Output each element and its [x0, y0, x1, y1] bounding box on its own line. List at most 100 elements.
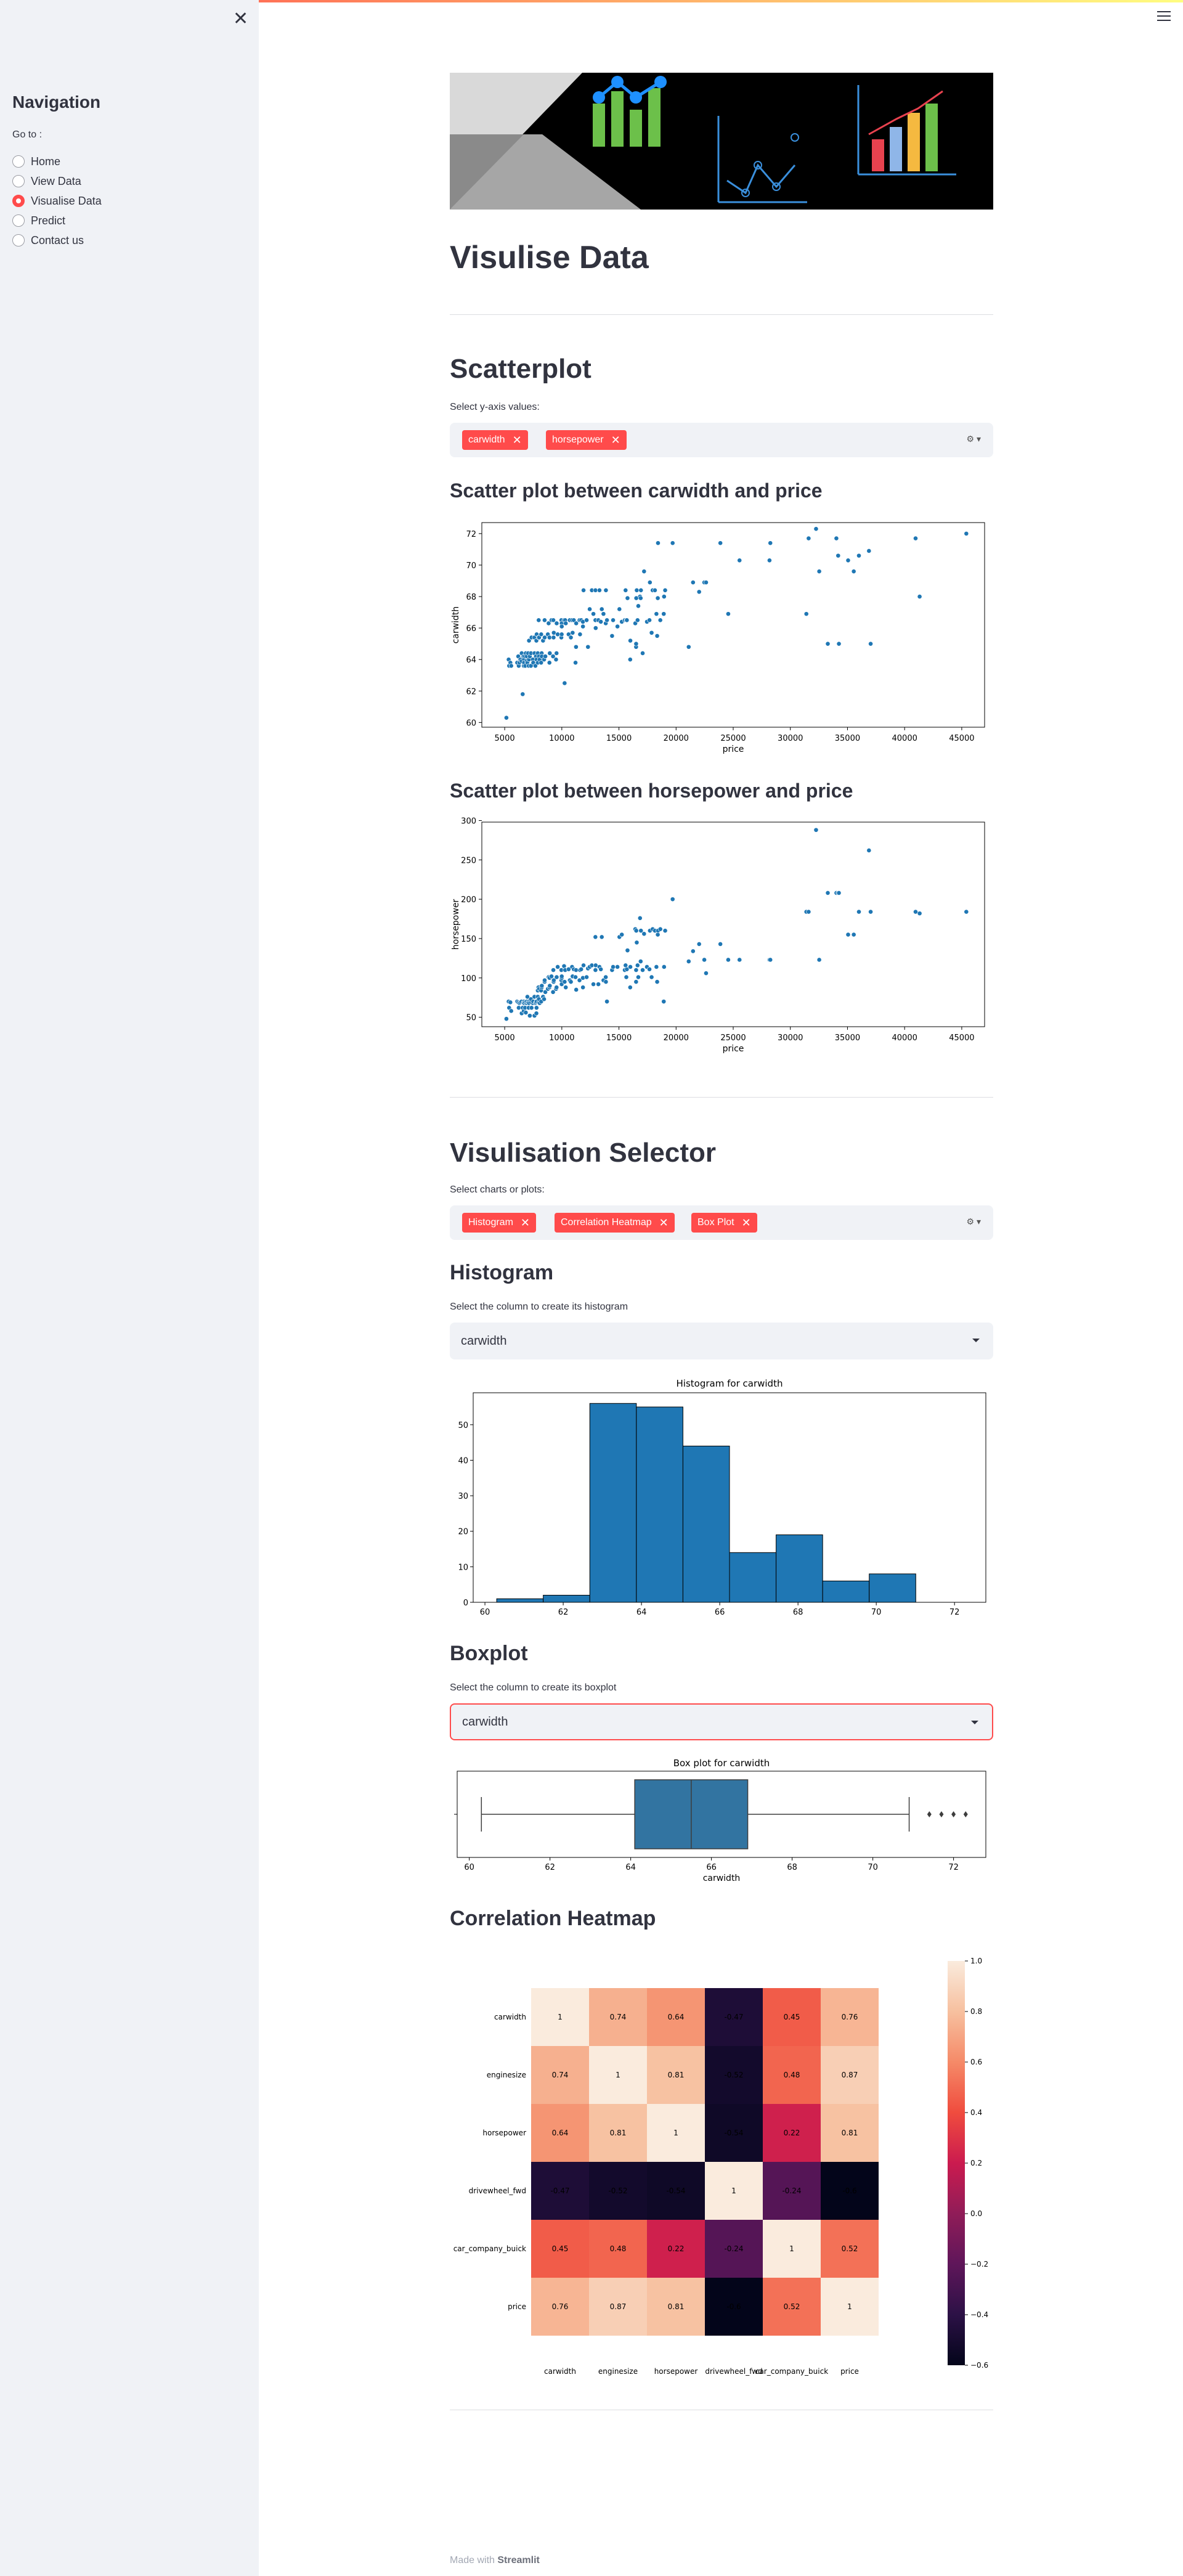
data-point [636, 603, 641, 609]
data-point [670, 540, 675, 546]
data-point [767, 558, 772, 563]
x-tick-label: 20000 [664, 734, 689, 743]
data-point [619, 932, 625, 937]
data-point [581, 963, 586, 968]
y-tick-label: 30 [458, 1492, 468, 1501]
x-tick-label: 35000 [835, 1033, 860, 1043]
data-point [573, 660, 578, 666]
nav-radio-home[interactable]: Home [12, 152, 102, 171]
y-tick-label: 62 [466, 687, 476, 696]
charts-multiselect[interactable]: Histogram ✕ Correlation Heatmap ✕ Box Plot… [450, 1205, 993, 1240]
nav-radio-view-data[interactable]: View Data [12, 171, 102, 191]
x-tick-label: 45000 [949, 734, 974, 743]
data-point [964, 909, 969, 915]
data-point [634, 587, 640, 593]
tag-histogram[interactable]: Histogram ✕ [462, 1213, 536, 1233]
nav-radio-predict[interactable]: Predict [12, 211, 102, 230]
data-point [803, 611, 809, 617]
data-point [657, 926, 663, 932]
boxplot-heading: Boxplot [450, 1642, 528, 1665]
data-point [561, 963, 567, 969]
y-tick-label: 50 [466, 1014, 476, 1023]
data-point [868, 909, 873, 915]
data-point [652, 587, 657, 593]
data-point [615, 964, 620, 969]
tag-box-plot[interactable]: Box Plot ✕ [691, 1213, 757, 1233]
hamburger-menu-icon[interactable] [1157, 11, 1171, 22]
chevron-down-icon [971, 1721, 978, 1724]
divider [450, 1097, 993, 1098]
nav-radio-visualise-data[interactable]: Visualise Data [12, 191, 102, 211]
tag-horsepower[interactable]: horsepower ✕ [546, 430, 627, 450]
remove-tag-icon[interactable]: ✕ [659, 1217, 669, 1228]
heatmap-col-label: enginesize [598, 2367, 638, 2376]
data-point [591, 982, 596, 987]
histogram-bar [682, 1445, 730, 1603]
tag-label: Histogram [468, 1217, 513, 1228]
data-point [647, 966, 652, 972]
heatmap-value: 0.52 [784, 2302, 800, 2311]
histogram-bar [822, 1580, 870, 1603]
data-point [641, 569, 647, 574]
histogram-bar [589, 1403, 637, 1603]
data-point [726, 611, 731, 617]
heatmap-value: 0.48 [610, 2244, 627, 2253]
data-point [686, 644, 691, 650]
remove-tag-icon[interactable]: ✕ [513, 434, 522, 446]
data-point [555, 632, 561, 637]
streamlit-link[interactable]: Streamlit [497, 2555, 539, 2566]
data-point [574, 968, 579, 972]
data-point [913, 536, 918, 541]
chart-title: Histogram for carwidth [677, 1378, 783, 1389]
data-point [562, 680, 567, 686]
data-point [690, 580, 696, 585]
heatmap-row-label: price [508, 2302, 526, 2311]
data-point [623, 587, 628, 593]
chevron-down-icon [972, 1339, 980, 1342]
histogram-column-select[interactable]: carwidth [450, 1323, 993, 1359]
data-point [704, 580, 709, 585]
boxplot-column-select[interactable]: carwidth [450, 1703, 993, 1740]
scatter-plot-carwidth: 5000 10000 15000 20000 25000 30000 35000 40000 4… [451, 522, 985, 754]
data-point [627, 985, 633, 990]
heatmap-value: 1 [847, 2302, 852, 2311]
tag-correlation-heatmap[interactable]: Correlation Heatmap ✕ [555, 1213, 675, 1233]
heatmap-value: 1 [789, 2244, 794, 2253]
x-tick-label: 30000 [778, 1033, 803, 1043]
data-point [609, 633, 615, 638]
x-axis-label: price [723, 1044, 744, 1054]
sidebar: ✕ Navigation Go to : Home View Data Visu… [0, 0, 259, 2576]
data-point [836, 641, 842, 646]
scatter2-title: Scatter plot between horsepower and pric… [450, 780, 853, 802]
data-point [647, 618, 652, 623]
nav-radio-contact-us[interactable]: Contact us [12, 230, 102, 250]
data-point [554, 651, 559, 656]
remove-tag-icon[interactable]: ✕ [611, 434, 620, 446]
remove-tag-icon[interactable]: ✕ [742, 1217, 751, 1228]
scatterplot-heading: Scatterplot [450, 354, 592, 384]
remove-tag-icon[interactable]: ✕ [521, 1217, 530, 1228]
data-point [554, 621, 559, 626]
charts-select-label: Select charts or plots: [450, 1184, 545, 1195]
data-point [593, 626, 598, 631]
data-point [624, 974, 629, 980]
histogram-bar [496, 1598, 544, 1603]
data-point [551, 968, 556, 972]
close-icon[interactable]: ✕ [233, 10, 248, 28]
y-axis-multiselect[interactable]: carwidth ✕ horsepower ✕ ⚙ ▾ [450, 423, 993, 457]
tag-carwidth[interactable]: carwidth ✕ [462, 430, 528, 450]
heatmap-value: 0.74 [610, 2013, 627, 2021]
clear-and-dropdown-icon[interactable]: ⚙ ▾ [967, 1217, 981, 1227]
data-point [690, 948, 696, 954]
data-point [845, 558, 851, 563]
clear-and-dropdown-icon[interactable]: ⚙ ▾ [967, 434, 981, 444]
data-point [813, 526, 819, 532]
heatmap-value: 0.76 [552, 2302, 569, 2311]
x-tick-label: 20000 [664, 1033, 689, 1043]
data-point [661, 999, 667, 1005]
x-tick-label: 30000 [778, 734, 803, 743]
scatter-plot-horsepower: 5000 10000 15000 20000 25000 30000 35000 40000 4… [451, 817, 985, 1054]
nav-radio-label: Home [31, 155, 61, 168]
data-point [603, 979, 609, 985]
data-point [547, 983, 553, 988]
